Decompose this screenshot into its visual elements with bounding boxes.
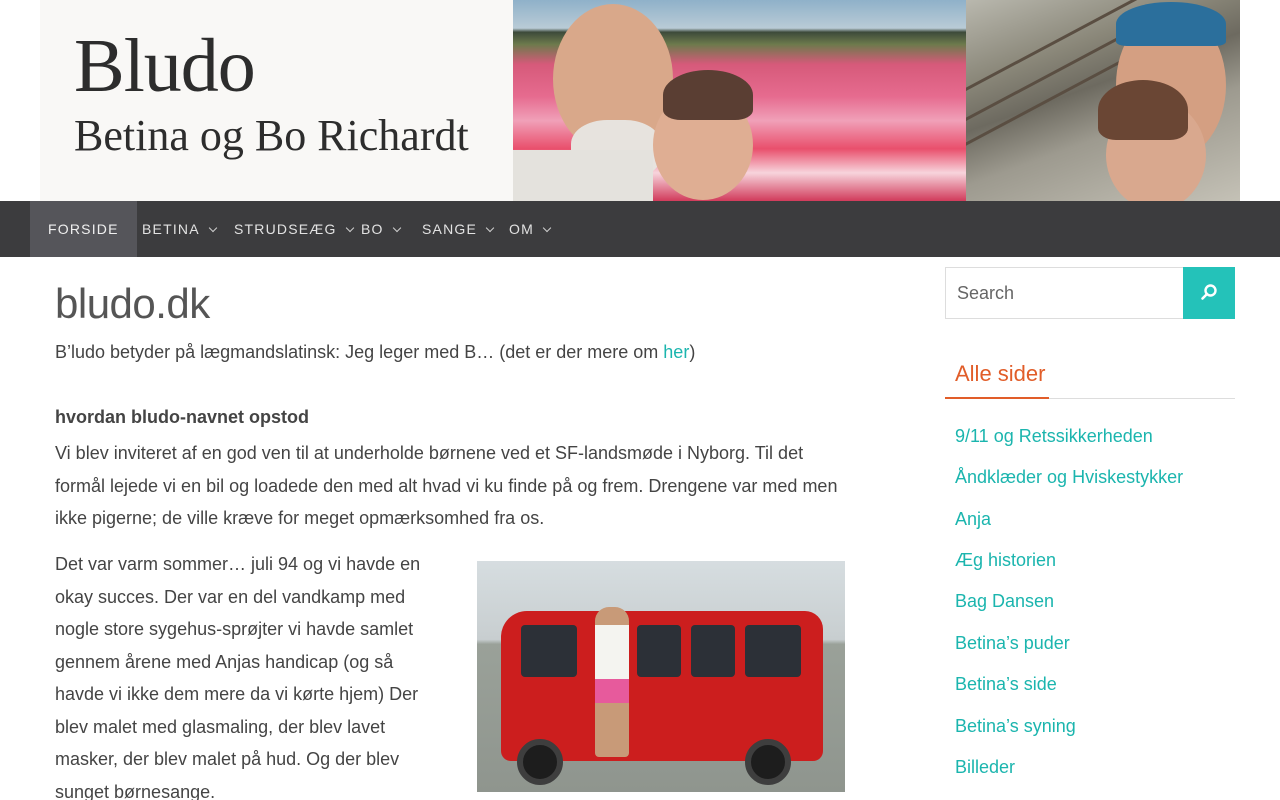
nav-item-label: Strudseæg xyxy=(234,221,337,237)
site-header: Bludo Betina og Bo Richardt xyxy=(40,0,1240,201)
chevron-down-icon xyxy=(392,223,401,233)
red-van-photo xyxy=(477,561,845,792)
van-window xyxy=(745,625,801,677)
nav-item-label: Betina xyxy=(142,221,200,237)
van-window xyxy=(521,625,577,677)
intro-text-body: B’ludo betyder på lægmandslatinsk: Jeg l… xyxy=(55,342,664,362)
person-figure xyxy=(595,607,629,757)
page-link[interactable]: Bag Dansen xyxy=(955,589,1054,613)
main-navigation: Forside Betina Strudseæg Bo Sange Om xyxy=(0,201,1280,257)
intro-text-close: ) xyxy=(689,342,696,362)
van-wheel xyxy=(517,739,563,785)
page-link[interactable]: 9/11 og Retssikkerheden xyxy=(955,424,1153,448)
intro-link-her[interactable]: her xyxy=(663,342,689,362)
page-link[interactable]: Betina’s syning xyxy=(955,714,1076,738)
chevron-down-icon xyxy=(542,223,552,233)
paragraph-1: Vi blev inviteret af en god ven til at u… xyxy=(55,443,838,528)
nav-item-label: Forside xyxy=(48,221,119,237)
search-button[interactable] xyxy=(1183,267,1235,319)
van-window xyxy=(691,625,735,677)
page-link[interactable]: Betina’s puder xyxy=(955,631,1070,655)
page-title: bludo.dk xyxy=(55,280,210,327)
van-window xyxy=(637,625,681,677)
page-link[interactable]: Anja xyxy=(955,507,991,531)
section-subheading: hvordan bludo-navnet opstod xyxy=(55,407,309,427)
nav-item-label: Bo xyxy=(361,221,384,237)
header-photo-tulips xyxy=(513,0,966,201)
site-description: Betina og Bo Richardt xyxy=(74,111,469,160)
nav-item-om[interactable]: Om xyxy=(491,201,568,257)
nav-item-forside[interactable]: Forside xyxy=(30,201,137,257)
widget-title-all-pages: Alle sider xyxy=(955,361,1046,386)
intro-text: B’ludo betyder på lægmandslatinsk: Jeg l… xyxy=(55,340,695,364)
header-photo-station xyxy=(966,0,1240,201)
page-link[interactable]: Billeder xyxy=(955,755,1015,779)
nav-item-label: Sange xyxy=(422,221,478,237)
paragraph-2: Det var varm sommer… juli 94 og vi havde… xyxy=(55,554,421,800)
search-input[interactable]: Search xyxy=(945,267,1184,319)
site-title[interactable]: Bludo xyxy=(74,28,256,104)
page-link[interactable]: Åndklæder og Hviskestykker xyxy=(955,465,1183,489)
van-wheel xyxy=(745,739,791,785)
widget-divider-accent xyxy=(945,397,1049,399)
page-link[interactable]: Æg historien xyxy=(955,548,1056,572)
nav-item-label: Om xyxy=(509,221,534,237)
page-link[interactable]: Betina’s side xyxy=(955,672,1057,696)
search-icon xyxy=(1201,284,1217,300)
